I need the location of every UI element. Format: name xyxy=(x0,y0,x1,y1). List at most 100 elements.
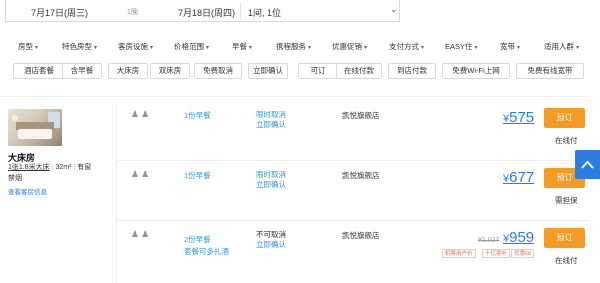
price-value: 575 xyxy=(509,109,535,126)
filter-label: 价格范围 xyxy=(174,42,204,51)
filter-label: 房型 xyxy=(18,42,33,51)
room-window: 有窗 xyxy=(77,164,92,171)
room-detail-link[interactable]: 查看客房信息 xyxy=(8,186,47,196)
filter-tag[interactable]: 立即确认 xyxy=(248,63,288,79)
chevron-down-icon[interactable]: ⌄ xyxy=(390,4,398,15)
filter-label: 客房设施 xyxy=(118,42,148,51)
payment-type: 在线付 xyxy=(555,136,578,145)
filter-tag[interactable]: 到店付款 xyxy=(388,63,436,79)
confirm-label: 立即确认 xyxy=(256,120,286,129)
chevron-down-icon: ▾ xyxy=(576,45,580,51)
meal-plan[interactable]: 1份早餐 xyxy=(184,170,211,181)
filter-dropdown[interactable]: 宽带 ▾ xyxy=(500,41,520,52)
search-bar: 7月17日(周三) 1晚 7月18日(周四) 1间, 1位 ⌄ xyxy=(5,0,400,22)
cancel-policy[interactable]: 限时取消 立即确认 xyxy=(256,170,286,190)
cancel-policy[interactable]: 限时取消 立即确认 xyxy=(256,110,286,130)
filter-tag[interactable]: 含早餐 xyxy=(62,63,102,79)
cancel-policy[interactable]: 不可取消 立即确认 xyxy=(256,230,286,250)
filter-label: 适用人群 xyxy=(544,42,574,51)
filter-label: 特色房型 xyxy=(62,42,92,51)
promo-badge: 优惠68 xyxy=(511,249,535,258)
chevron-down-icon: ▾ xyxy=(35,45,39,51)
divider xyxy=(118,220,590,221)
chevron-down-icon: ▾ xyxy=(249,45,253,51)
back-to-top-button[interactable] xyxy=(575,150,600,179)
chevron-down-icon: ▾ xyxy=(517,45,521,51)
filter-bar: 房型 ▾ 特色房型 ▾ 客房设施 ▾ 价格范围 ▾ 早餐 ▾ 携程服务 ▾ 优惠促销 ▾ 支付方式 ▾ EASY… xyxy=(0,41,600,55)
price[interactable]: ¥959 xyxy=(503,229,534,246)
cancel-policy-label: 不可取消 xyxy=(256,230,286,239)
filter-dropdown[interactable]: 房型 ▾ xyxy=(18,41,38,52)
filter-tag[interactable]: 免费Wi-Fi上网 xyxy=(442,63,510,79)
chevron-down-icon: ▾ xyxy=(364,45,368,51)
filter-tag[interactable]: 大床房 xyxy=(108,63,148,79)
room-photo[interactable] xyxy=(8,109,62,146)
checkout-date[interactable]: 7月18日(周四) xyxy=(178,6,235,19)
chevron-down-icon: ▾ xyxy=(474,45,478,51)
guest-capacity-icon: ♟♟ xyxy=(131,229,152,239)
filter-tag[interactable]: 酒店套餐 xyxy=(13,63,65,79)
filter-tag[interactable]: 双床房 xyxy=(150,63,190,79)
filter-dropdown[interactable]: EASY住 ▾ xyxy=(445,41,478,52)
chevron-down-icon: ▾ xyxy=(150,45,154,51)
filter-label: EASY住 xyxy=(445,42,473,51)
meal-plan[interactable]: 2份早餐 xyxy=(184,234,211,245)
filter-label: 携程服务 xyxy=(276,42,306,51)
filter-tag[interactable]: 可订 xyxy=(298,63,338,79)
book-button[interactable]: 预订 xyxy=(544,108,585,128)
divider xyxy=(118,160,590,161)
chevron-down-icon: ▾ xyxy=(421,45,425,51)
price-value: 959 xyxy=(509,229,535,246)
guest-capacity-icon: ♟♟ xyxy=(131,109,152,119)
filter-dropdown[interactable]: 早餐 ▾ xyxy=(232,41,252,52)
chevron-down-icon: ▾ xyxy=(94,45,98,51)
payment-type: 在线付 xyxy=(555,256,578,265)
filter-dropdown[interactable]: 优惠促销 ▾ xyxy=(332,41,367,52)
quick-tags: 酒店套餐 含早餐 大床房 双床房 免费取消 立即确认 可订 在线付款 到店付款 免费Wi-Fi上网… xyxy=(0,63,600,81)
filter-dropdown[interactable]: 适用人群 ▾ xyxy=(544,41,579,52)
filter-tag[interactable]: 在线付款 xyxy=(336,63,382,79)
original-price: ¥1,027 xyxy=(478,237,500,244)
divider xyxy=(240,2,241,20)
filter-dropdown[interactable]: 支付方式 ▾ xyxy=(389,41,424,52)
filter-tag[interactable]: 免费有线宽带 xyxy=(516,63,584,79)
filter-dropdown[interactable]: 价格范围 ▾ xyxy=(174,41,209,52)
guests-selector[interactable]: 1间, 1位 xyxy=(248,6,281,19)
cancel-policy-label: 限时取消 xyxy=(256,170,286,179)
cancel-policy-label: 限时取消 xyxy=(256,110,286,119)
chevron-down-icon: ▾ xyxy=(308,45,312,51)
shop-name: 凯悦旗舰店 xyxy=(342,171,380,180)
confirm-label: 立即确认 xyxy=(256,240,286,249)
divider xyxy=(116,104,117,283)
guest-capacity-icon: ♟♟ xyxy=(131,169,152,179)
filter-dropdown[interactable]: 特色房型 ▾ xyxy=(62,41,97,52)
filter-dropdown[interactable]: 客房设施 ▾ xyxy=(118,41,153,52)
room-specs: 1张1.8米大床 | 32m² | 有窗 xyxy=(8,164,92,171)
filter-label: 优惠促销 xyxy=(332,42,362,51)
confirm-label: 立即确认 xyxy=(256,180,286,189)
price[interactable]: ¥575 xyxy=(503,109,534,126)
filter-label: 早餐 xyxy=(232,42,247,51)
divider xyxy=(0,96,590,97)
promo-badge: 机票用户价 xyxy=(442,249,476,258)
filter-label: 支付方式 xyxy=(389,42,419,51)
nights-count: 1晚 xyxy=(127,9,138,16)
shop-name: 凯悦旗舰店 xyxy=(342,111,380,120)
meal-plan[interactable]: 1份早餐 xyxy=(184,110,211,121)
room-area: 32m² xyxy=(55,164,72,171)
package-note[interactable]: 套餐可多扎酒 xyxy=(184,246,229,257)
price-value: 677 xyxy=(509,169,535,186)
checkin-date[interactable]: 7月17日(周三) xyxy=(31,6,88,19)
price[interactable]: ¥677 xyxy=(503,169,534,186)
smoking-policy: 禁烟 xyxy=(8,175,22,182)
promo-badge: 十亿豪补 xyxy=(482,249,511,258)
filter-tag[interactable]: 免费取消 xyxy=(194,63,242,79)
chevron-down-icon: ▾ xyxy=(206,45,210,51)
payment-type: 需担保 xyxy=(555,196,578,205)
filter-dropdown[interactable]: 携程服务 ▾ xyxy=(276,41,311,52)
filter-label: 宽带 xyxy=(500,42,515,51)
book-button[interactable]: 预订 xyxy=(544,228,585,248)
bed-type[interactable]: 1张1.8米大床 xyxy=(8,164,50,171)
shop-name: 凯悦旗舰店 xyxy=(342,231,380,240)
arrow-up-icon xyxy=(581,160,594,169)
